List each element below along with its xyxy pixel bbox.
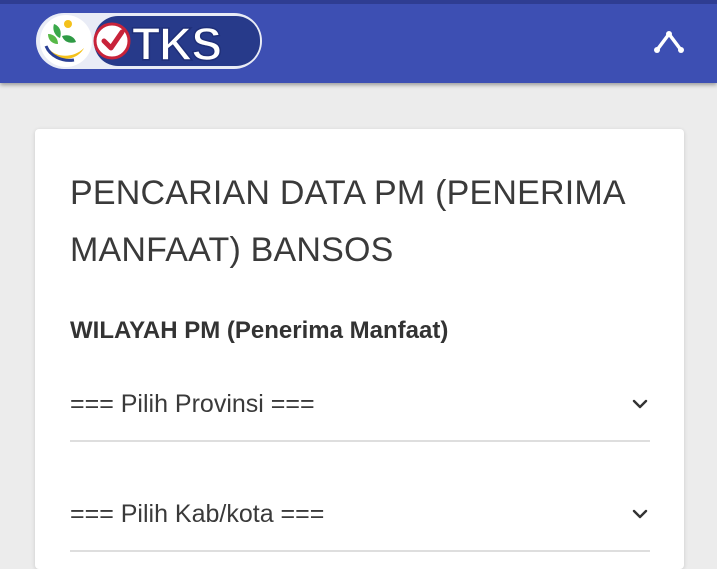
chevron-down-icon: [632, 509, 648, 519]
province-select-value: === Pilih Provinsi ===: [70, 390, 315, 418]
app-header: TKS: [0, 0, 717, 83]
search-card: PENCARIAN DATA PM (PENERIMA MANFAAT) BAN…: [35, 129, 684, 569]
svg-text:TKS: TKS: [132, 18, 221, 70]
dtks-logo[interactable]: TKS: [34, 10, 266, 72]
city-select-value: === Pilih Kab/kota ===: [70, 500, 325, 528]
page-title: PENCARIAN DATA PM (PENERIMA MANFAAT) BAN…: [70, 174, 624, 269]
menu-toggle-button[interactable]: [649, 22, 689, 60]
city-select[interactable]: === Pilih Kab/kota ===: [70, 494, 650, 552]
header-top-stripe: [0, 0, 717, 4]
chevron-up-icon: [654, 31, 684, 53]
chevron-down-icon: [632, 399, 648, 409]
region-section-label: WILAYAH PM (Penerima Manfaat): [70, 317, 449, 344]
province-select[interactable]: === Pilih Provinsi ===: [70, 384, 650, 442]
